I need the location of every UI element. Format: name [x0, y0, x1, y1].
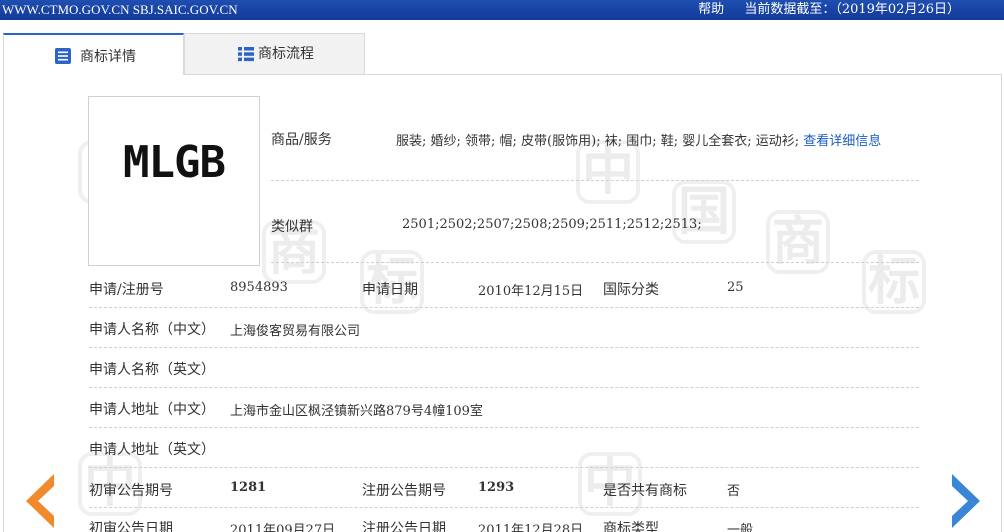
prelim-date-label: 初审公告日期: [89, 521, 173, 532]
tab-label: 商标流程: [258, 46, 314, 62]
divider: [89, 467, 919, 468]
apply-date-label: 申请日期: [362, 282, 418, 298]
type-value: 一般: [727, 523, 754, 532]
shared-label: 是否共有商标: [603, 483, 687, 499]
watermark-char: 标: [862, 250, 926, 314]
address-en-label: 申请人地址（英文）: [89, 442, 215, 458]
similar-group-label: 类似群: [271, 219, 313, 235]
prelim-no-value: 1281: [230, 480, 267, 495]
top-bar: WWW.CTMO.GOV.CN SBJ.SAIC.GOV.CN 帮助 当前数据截…: [0, 0, 1004, 20]
type-label: 商标类型: [603, 521, 659, 532]
divider: [89, 307, 919, 308]
apply-date-value: 2010年12月15日: [478, 284, 584, 299]
reg-pub-no-label: 注册公告期号: [362, 483, 446, 499]
applicant-en-label: 申请人名称（英文）: [89, 362, 215, 378]
goods-label: 商品/服务: [271, 132, 332, 148]
divider: [89, 387, 919, 388]
watermark-char: 商: [766, 210, 830, 274]
top-bar-right: 帮助 当前数据截至：（2019年02月26日）: [698, 0, 960, 20]
similar-group-value: 2501;2502;2507;2508;2509;2511;2512;2513;: [402, 217, 702, 232]
goods-value: 服装; 婚纱; 领带; 帽; 皮带(服饰用); 袜; 围巾; 鞋; 婴儿全套衣;…: [396, 134, 882, 149]
tab-label: 商标详情: [80, 49, 136, 65]
address-cn-value: 上海市金山区枫泾镇新兴路879号4幢109室: [230, 404, 483, 419]
reg-pub-date-value: 2011年12月28日: [478, 523, 584, 532]
tab-trademark-detail[interactable]: 商标详情: [3, 33, 184, 75]
list-icon: [238, 47, 254, 62]
prelim-date-value: 2011年09月27日: [230, 523, 336, 532]
reg-no-value: 8954893: [230, 280, 288, 295]
prelim-no-label: 初审公告期号: [89, 483, 173, 499]
view-details-link[interactable]: 查看详细信息: [803, 134, 881, 149]
divider: [271, 262, 919, 263]
applicant-cn-value: 上海俊客贸易有限公司: [230, 324, 361, 339]
reg-no-label: 申请/注册号: [89, 282, 164, 298]
tab-trademark-process[interactable]: 商标流程: [184, 33, 365, 74]
reg-pub-no-value: 1293: [478, 480, 515, 495]
divider: [271, 180, 919, 181]
next-arrow-icon[interactable]: [946, 470, 986, 532]
watermark-char: 国: [672, 180, 736, 244]
address-cn-label: 申请人地址（中文）: [89, 402, 215, 418]
document-icon: [55, 48, 71, 64]
intl-class-label: 国际分类: [603, 282, 659, 298]
shared-value: 否: [727, 484, 741, 499]
help-link[interactable]: 帮助: [698, 2, 724, 17]
prev-arrow-icon[interactable]: [20, 470, 60, 532]
intl-class-value: 25: [727, 280, 744, 295]
data-date: 当前数据截至：（2019年02月26日）: [744, 2, 960, 17]
reg-pub-date-label: 注册公告日期: [362, 521, 446, 532]
divider: [89, 507, 919, 508]
trademark-image: MLGB: [88, 96, 260, 266]
divider: [89, 427, 919, 428]
divider: [89, 347, 919, 348]
trademark-logo-text: MLGB: [123, 137, 226, 188]
applicant-cn-label: 申请人名称（中文）: [89, 322, 215, 338]
watermark-char: 中: [576, 140, 640, 204]
site-domains: WWW.CTMO.GOV.CN SBJ.SAIC.GOV.CN: [2, 2, 238, 17]
